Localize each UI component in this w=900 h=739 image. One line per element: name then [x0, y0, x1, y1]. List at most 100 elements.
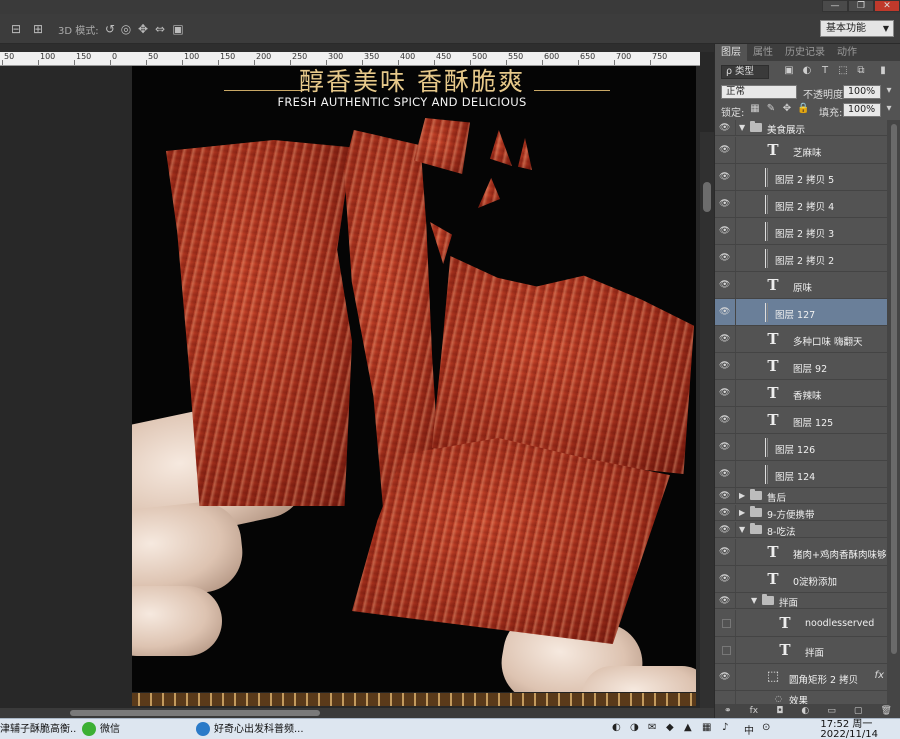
align-distribute-icon[interactable]: ⊟	[8, 21, 24, 37]
tray-icon[interactable]: ⊙	[762, 722, 770, 733]
eye-icon[interactable]: 👁	[719, 280, 733, 290]
trash-icon[interactable]: 🗑	[880, 706, 891, 716]
layer-group-row[interactable]: 👁 ▼ 8-吃法	[715, 522, 887, 538]
layer-row[interactable]: 👁 图层 2 拷贝 3	[715, 218, 887, 245]
layer-group-row[interactable]: 👁 ▼ 美食展示	[715, 120, 887, 136]
new-layer-icon[interactable]: ▢	[854, 706, 863, 716]
eye-icon[interactable]: 👁	[719, 307, 733, 317]
panel-tab[interactable]: 历史记录	[779, 44, 831, 61]
panel-tab[interactable]: 图层	[715, 44, 747, 61]
tray-icon[interactable]: ◑	[630, 722, 639, 733]
layer-row[interactable]: 👁 T 图层 125	[715, 407, 887, 434]
volume-icon[interactable]: ♪	[722, 722, 728, 733]
eye-icon[interactable]: 👁	[719, 172, 733, 182]
tray-icon[interactable]: ✉	[648, 722, 656, 733]
layer-group-row[interactable]: 👁 ▼ 拌面	[715, 593, 887, 609]
chevron-down-icon[interactable]: ▼	[751, 596, 757, 605]
panel-tab[interactable]: 属性	[747, 44, 779, 61]
taskbar-item-browser[interactable]: 好奇心出发科普频...	[196, 721, 356, 738]
artboard[interactable]: 醇香美味 香酥脆爽 FRESH AUTHENTIC SPICY AND DELI…	[132, 66, 696, 706]
chevron-down-icon[interactable]: ▾	[883, 103, 895, 115]
scroll-thumb[interactable]	[703, 182, 711, 212]
restore-button[interactable]: ❐	[848, 0, 874, 12]
taskbar-item[interactable]: 津辅子酥脆高衡...	[0, 721, 76, 738]
blend-mode-select[interactable]: 正常	[721, 85, 797, 99]
taskbar-item-wechat[interactable]: 微信	[82, 721, 192, 738]
visibility-toggle-off[interactable]	[722, 646, 731, 655]
folder-icon[interactable]: ▭	[827, 706, 836, 716]
eye-icon[interactable]: 👁	[719, 253, 733, 263]
adjustment-filter-icon[interactable]: ◐	[801, 65, 813, 77]
3d-slide-icon[interactable]: ⇔	[152, 21, 168, 37]
layer-row[interactable]: 👁 图层 2 拷贝 5	[715, 164, 887, 191]
layer-row[interactable]: 👁 图层 124	[715, 461, 887, 488]
tray-icon[interactable]: ◐	[612, 722, 621, 733]
adjustment-icon[interactable]: ◐	[801, 706, 809, 716]
pixel-filter-icon[interactable]: ▣	[783, 65, 795, 77]
layer-row[interactable]: 👁 T 0淀粉添加	[715, 566, 887, 593]
lock-transparent-icon[interactable]: ▦	[749, 103, 761, 115]
auto-align-icon[interactable]: ⊞	[30, 21, 46, 37]
chevron-right-icon[interactable]: ▶	[739, 491, 745, 500]
eye-icon[interactable]: 👁	[719, 123, 733, 133]
scroll-thumb[interactable]	[70, 710, 320, 716]
shape-filter-icon[interactable]: ⬚	[837, 65, 849, 77]
eye-icon[interactable]: 👁	[719, 226, 733, 236]
3d-pan-icon[interactable]: ✥	[135, 21, 151, 37]
filter-toggle-icon[interactable]: ▮	[877, 65, 889, 77]
scroll-thumb[interactable]	[891, 124, 897, 654]
lock-image-icon[interactable]: ✎	[765, 103, 777, 115]
3d-rotate-icon[interactable]: ↺	[102, 21, 118, 37]
layer-row[interactable]: T 拌面	[715, 637, 887, 664]
minimize-button[interactable]: —	[822, 0, 848, 12]
layer-row[interactable]: 👁 图层 2 拷贝 4	[715, 191, 887, 218]
layer-row[interactable]: 👁 图层 2 拷贝 2	[715, 245, 887, 272]
layer-row[interactable]: 👁 T 猪肉+鸡肉香酥肉味够	[715, 539, 887, 566]
eye-icon[interactable]: 👁	[719, 596, 733, 606]
smart-object-filter-icon[interactable]: ⧉	[855, 65, 867, 77]
lock-position-icon[interactable]: ✥	[781, 103, 793, 115]
eye-icon[interactable]: 👁	[719, 508, 733, 518]
layer-row[interactable]: 👁 T 图层 92	[715, 353, 887, 380]
canvas-vertical-scrollbar[interactable]	[700, 132, 714, 739]
3d-roll-icon[interactable]: ◎	[118, 21, 134, 37]
chevron-down-icon[interactable]: ▼	[739, 525, 745, 534]
tray-icon[interactable]: ▲	[684, 722, 692, 733]
eye-icon[interactable]: 👁	[719, 334, 733, 344]
layer-row[interactable]: 👁 ⬚ 圆角矩形 2 拷贝 fx	[715, 664, 887, 691]
layer-group-row[interactable]: 👁 ▶ 9-方便携带	[715, 505, 887, 521]
horizontal-ruler[interactable]: 50 100 150 0 50 100 150 200 250 300 350 400 450 500 55…	[0, 52, 700, 66]
eye-icon[interactable]: 👁	[719, 469, 733, 479]
filter-kind-select[interactable]: ρ 类型	[721, 65, 769, 79]
eye-icon[interactable]: 👁	[719, 491, 733, 501]
chevron-right-icon[interactable]: ▶	[739, 508, 745, 517]
close-button[interactable]: ✕	[874, 0, 900, 12]
mask-icon[interactable]: ◘	[776, 706, 783, 716]
opacity-field[interactable]: 100%	[843, 85, 881, 99]
eye-icon[interactable]: 👁	[719, 547, 733, 557]
workspace-dropdown[interactable]: 基本功能 ▼	[820, 20, 894, 37]
chevron-down-icon[interactable]: ▼	[739, 123, 745, 132]
layer-row[interactable]: 👁 T 香辣味	[715, 380, 887, 407]
eye-icon[interactable]: 👁	[719, 525, 733, 535]
eye-icon[interactable]: 👁	[719, 388, 733, 398]
layer-effect-row[interactable]: ◌ 效果	[715, 691, 887, 704]
panel-tab[interactable]: 动作	[831, 44, 863, 61]
fill-field[interactable]: 100%	[843, 103, 881, 117]
layer-group-row[interactable]: 👁 ▶ 售后	[715, 488, 887, 504]
tray-icon[interactable]: ◆	[666, 722, 674, 733]
lock-all-icon[interactable]: 🔒	[797, 103, 809, 115]
eye-icon[interactable]: 👁	[719, 361, 733, 371]
ime-indicator[interactable]: 中	[744, 722, 754, 737]
eye-icon[interactable]: 👁	[719, 442, 733, 452]
layer-row[interactable]: 👁 T 芝麻味	[715, 137, 887, 164]
3d-scale-icon[interactable]: ▣	[170, 21, 186, 37]
layer-row[interactable]: 👁 T 原味	[715, 272, 887, 299]
layer-row[interactable]: 👁 图层 126	[715, 434, 887, 461]
eye-icon[interactable]: 👁	[719, 145, 733, 155]
type-filter-icon[interactable]: T	[819, 65, 831, 77]
layer-row[interactable]: Tnoodlesserved	[715, 610, 887, 637]
eye-icon[interactable]: 👁	[719, 415, 733, 425]
layer-row[interactable]: 👁 T 多种口味 嗨翻天	[715, 326, 887, 353]
fx-icon[interactable]: fx	[750, 706, 759, 716]
